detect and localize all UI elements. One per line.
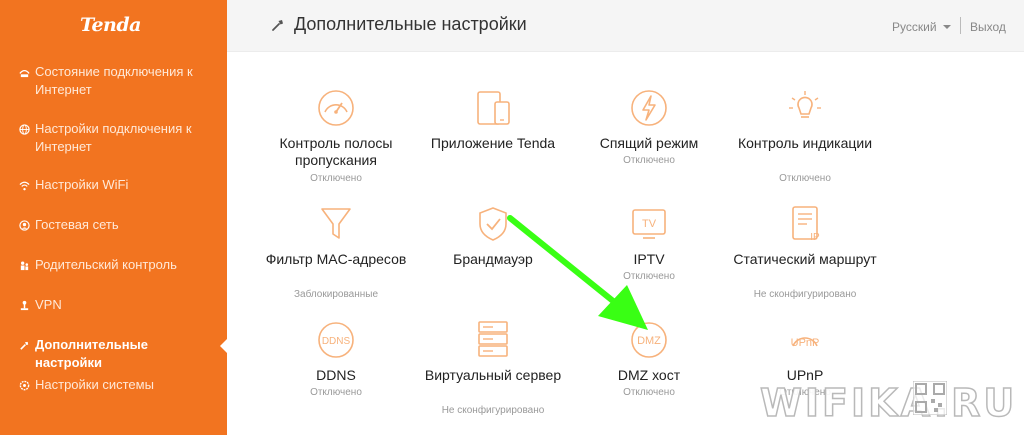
sidebar-item-label: Настройки системы [35, 377, 154, 392]
sidebar-item-label: Гостевая сеть [35, 217, 119, 232]
tile-name: Виртуальный сервер [424, 367, 562, 383]
parental-icon [17, 256, 31, 274]
route-icon: IP [792, 206, 820, 243]
language-select[interactable]: Русский [892, 20, 937, 34]
tile-name: Брандмауэр [453, 251, 533, 267]
tile-name: Приложение Tenda [430, 135, 556, 151]
server-icon [478, 321, 508, 357]
sidebar-item-connection-status[interactable]: Состояние подключения к Интернет [0, 63, 227, 99]
logout-link[interactable]: Выход [970, 20, 1006, 34]
svg-text:DMZ: DMZ [637, 335, 661, 347]
chevron-down-icon[interactable] [942, 22, 952, 32]
tenda-logo[interactable]: Tenda [80, 14, 141, 36]
globe-icon [17, 120, 31, 138]
guest-icon [17, 216, 31, 234]
tile-name: IPTV [633, 251, 665, 267]
tile-status: Отключено [623, 155, 675, 166]
tile-status: Отключено [310, 387, 362, 398]
sidebar-item-label: Настройки подключения к Интернет [35, 121, 192, 154]
lightning-icon [631, 90, 667, 126]
tile-status: Не сконфигурировано [753, 289, 857, 300]
sidebar-item-label: Настройки WiFi [35, 177, 129, 192]
ddns-icon: DDNS [318, 322, 354, 358]
sidebar-item-label: Состояние подключения к Интернет [35, 64, 193, 97]
wrench-icon [17, 336, 31, 354]
sidebar-item-label: Дополнительные настройки [35, 337, 148, 370]
tile-name: Контроль индикации [737, 135, 873, 151]
upnp-icon: UPnP [791, 337, 820, 349]
tile-name: DMZ хост [617, 367, 681, 383]
sidebar-item-system-settings[interactable]: Настройки системы [0, 376, 227, 394]
sidebar-item-parental-control[interactable]: Родительский контроль [0, 256, 227, 274]
sidebar-item-label: VPN [35, 297, 62, 312]
page-header: Дополнительные настройки Русский Выход [227, 0, 1024, 52]
dmz-icon: DMZ [631, 322, 667, 358]
wifi-icon [17, 176, 31, 194]
tile-status: Заблокированные [293, 289, 379, 300]
sidebar-item-label: Родительский контроль [35, 257, 177, 272]
header-divider [960, 17, 961, 34]
tile-name: DDNS [316, 367, 356, 383]
svg-text:DDNS: DDNS [322, 336, 351, 347]
svg-text:IP: IP [810, 232, 820, 243]
tile-status: Отключено [779, 173, 831, 184]
filter-icon [321, 208, 351, 239]
sidebar-item-wifi[interactable]: Настройки WiFi [0, 176, 227, 194]
tile-status: Отключено [623, 271, 675, 282]
tile-name: Спящий режим [599, 135, 699, 151]
tile-name: Статический маршрут [733, 251, 877, 267]
vpn-icon [17, 296, 31, 314]
sidebar: Tenda Состояние подключения к Интернет Н… [0, 0, 227, 435]
tile-status: Не сконфигурировано [441, 405, 545, 416]
tile-status: Отключено [310, 173, 362, 184]
lightbulb-icon [789, 91, 821, 118]
gauge-icon [318, 90, 354, 126]
devices-icon [477, 91, 510, 125]
tile-name: Фильтр MAC-адресов [265, 251, 407, 267]
wrench-icon [272, 20, 283, 31]
sidebar-item-advanced-settings[interactable]: Дополнительные настройки [0, 336, 227, 372]
gear-icon [17, 376, 31, 394]
svg-text:TV: TV [642, 218, 657, 230]
shield-icon [479, 207, 507, 241]
tile-status: Отключено [623, 387, 675, 398]
globe-status-icon [17, 63, 31, 81]
page-title: Дополнительные настройки [294, 14, 527, 34]
sidebar-item-vpn[interactable]: VPN [0, 296, 227, 314]
sidebar-item-guest-network[interactable]: Гостевая сеть [0, 216, 227, 234]
tv-icon: TV [632, 209, 666, 239]
watermark: WIFIKA.RU [759, 380, 1018, 426]
tile-name: Контроль полосы пропускания [279, 135, 393, 168]
sidebar-item-connection-settings[interactable]: Настройки подключения к Интернет [0, 120, 227, 156]
qr-code-icon [913, 381, 947, 415]
svg-text:UPnP: UPnP [791, 337, 820, 349]
